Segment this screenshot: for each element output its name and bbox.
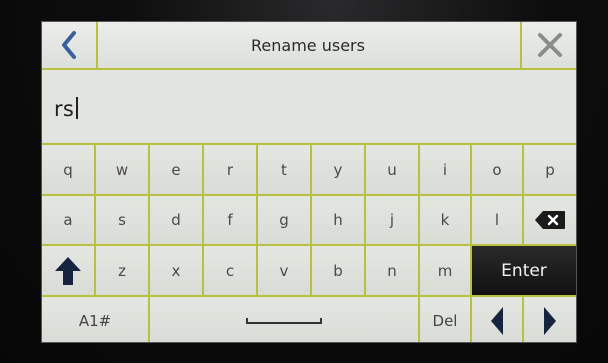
key-w[interactable]: w <box>96 145 150 196</box>
header-bar: Rename users <box>42 22 576 70</box>
key-s[interactable]: s <box>96 196 150 246</box>
key-n[interactable]: n <box>366 246 420 297</box>
name-input-field[interactable]: rs <box>42 70 576 142</box>
on-screen-keyboard: q w e r t y u i o p a s d f g h j k l z … <box>42 143 576 342</box>
back-button[interactable] <box>42 22 98 68</box>
key-a[interactable]: a <box>42 196 96 246</box>
key-p[interactable]: p <box>524 145 576 196</box>
key-z[interactable]: z <box>96 246 150 297</box>
space-icon <box>246 317 322 324</box>
key-f[interactable]: f <box>204 196 258 246</box>
cursor-left-key[interactable] <box>472 297 524 342</box>
text-caret <box>76 97 79 119</box>
key-k[interactable]: k <box>420 196 472 246</box>
key-j[interactable]: j <box>366 196 420 246</box>
shift-arrow-up-icon <box>55 256 81 285</box>
key-h[interactable]: h <box>312 196 366 246</box>
arrow-right-icon <box>544 306 556 335</box>
key-v[interactable]: v <box>258 246 312 297</box>
arrow-left-icon <box>491 306 503 335</box>
key-q[interactable]: q <box>42 145 96 196</box>
enter-key[interactable]: Enter <box>472 246 576 297</box>
space-key[interactable] <box>150 297 420 342</box>
delete-key[interactable]: Del <box>420 297 472 342</box>
key-d[interactable]: d <box>150 196 204 246</box>
mode-switch-key[interactable]: A1# <box>42 297 150 342</box>
backspace-key[interactable] <box>524 196 576 246</box>
key-l[interactable]: l <box>472 196 524 246</box>
page-title: Rename users <box>251 35 365 55</box>
key-c[interactable]: c <box>204 246 258 297</box>
shift-key[interactable] <box>42 246 96 297</box>
key-e[interactable]: e <box>150 145 204 196</box>
touch-screen: Rename users rs q w e r t y u i o p a s … <box>42 22 576 342</box>
cursor-right-key[interactable] <box>524 297 576 342</box>
close-button[interactable] <box>520 22 576 68</box>
input-text-wrapper: rs <box>54 97 79 121</box>
key-u[interactable]: u <box>366 145 420 196</box>
key-m[interactable]: m <box>420 246 472 297</box>
key-o[interactable]: o <box>472 145 524 196</box>
key-y[interactable]: y <box>312 145 366 196</box>
input-value: rs <box>54 97 75 121</box>
key-x[interactable]: x <box>150 246 204 297</box>
key-g[interactable]: g <box>258 196 312 246</box>
key-i[interactable]: i <box>420 145 472 196</box>
key-b[interactable]: b <box>312 246 366 297</box>
key-t[interactable]: t <box>258 145 312 196</box>
backspace-icon <box>535 211 565 229</box>
chevron-left-icon <box>62 31 76 59</box>
key-r[interactable]: r <box>204 145 258 196</box>
close-icon <box>538 33 562 57</box>
